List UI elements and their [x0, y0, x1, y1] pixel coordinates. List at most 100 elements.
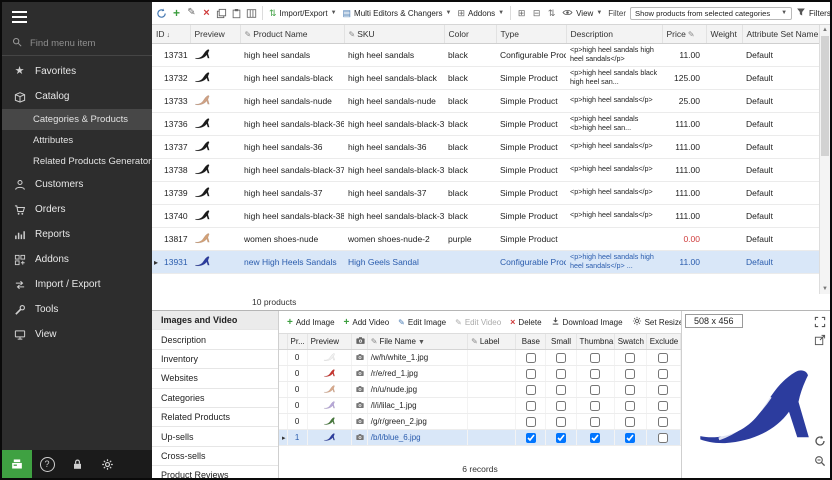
thumbnail-checkbox[interactable] [590, 401, 600, 411]
base-checkbox[interactable] [526, 433, 536, 443]
sidebar-item-reports[interactable]: Reports [2, 222, 152, 247]
search-input[interactable] [28, 37, 136, 50]
column-header-base[interactable]: Base [516, 334, 546, 350]
exclude-checkbox[interactable] [658, 353, 668, 363]
image-row[interactable]: ▸ 0 /r/e/red_1.jpg [279, 366, 681, 382]
base-checkbox[interactable] [526, 401, 536, 411]
column-header-thumbnail[interactable]: Thumbna... [576, 334, 614, 350]
delete-image-button[interactable]: ×Delete [508, 316, 543, 328]
copy-icon[interactable] [215, 8, 228, 19]
base-checkbox[interactable] [526, 353, 536, 363]
column-header-position[interactable]: Pr... [287, 334, 307, 350]
tab-item[interactable]: Description [152, 330, 278, 349]
swatch-checkbox[interactable] [625, 433, 635, 443]
multi-editors-menu[interactable]: ▤ Multi Editors & Changers ▼ [341, 7, 454, 20]
lock-icon[interactable] [62, 450, 92, 478]
fullscreen-icon[interactable] [814, 315, 826, 333]
sidebar-item-attributes[interactable]: Attributes [2, 130, 152, 151]
thumbnail-checkbox[interactable] [590, 433, 600, 443]
base-checkbox[interactable] [526, 385, 536, 395]
sort-icon[interactable]: ⇅ [545, 9, 558, 18]
small-checkbox[interactable] [556, 385, 566, 395]
expand-all-icon[interactable]: ⊞ [515, 9, 528, 18]
rotate-icon[interactable] [814, 434, 826, 452]
column-header-swatch[interactable]: Swatch [614, 334, 646, 350]
sidebar-item-related-products-generator[interactable]: Related Products Generator [2, 151, 152, 172]
add-video-button[interactable]: +Add Video [342, 316, 392, 329]
table-row[interactable]: ▸13740 high heel sandals-black-38 high h… [152, 204, 820, 227]
column-header-preview[interactable]: Preview [190, 25, 240, 43]
column-header-exclude[interactable]: Exclude [646, 334, 680, 350]
image-row[interactable]: ▸ 0 /l/i/lilac_1.jpg [279, 398, 681, 414]
table-row[interactable]: ▸13737 high heel sandals-36 high heel sa… [152, 135, 820, 158]
sidebar-item-addons[interactable]: Addons [2, 247, 152, 272]
exclude-checkbox[interactable] [658, 417, 668, 427]
base-checkbox[interactable] [526, 369, 536, 379]
thumbnail-checkbox[interactable] [590, 353, 600, 363]
columns-icon[interactable] [245, 8, 258, 19]
column-header-camera[interactable] [351, 334, 367, 350]
edit-image-button[interactable]: ✎Edit Image [396, 317, 448, 328]
row-expand-icon[interactable]: ▸ [282, 435, 286, 442]
table-row[interactable]: ▸13931 new High Heels Sandals High Geels… [152, 250, 820, 273]
collapse-all-icon[interactable]: ⊟ [530, 9, 543, 18]
tab-item[interactable]: Related Products [152, 408, 278, 427]
column-header-weight[interactable]: Weight [706, 25, 742, 43]
scroll-down-icon[interactable]: ▼ [820, 284, 830, 294]
zoom-icon[interactable] [814, 454, 826, 472]
scroll-up-icon[interactable]: ▲ [820, 25, 830, 35]
grid-scrollbar[interactable]: ▲ ▼ [819, 25, 830, 294]
exclude-checkbox[interactable] [658, 401, 668, 411]
row-expand-icon[interactable]: ▸ [154, 258, 158, 267]
tab-item[interactable]: Cross-sells [152, 447, 278, 466]
tab-item[interactable]: Categories [152, 389, 278, 408]
swatch-checkbox[interactable] [625, 385, 635, 395]
swatch-checkbox[interactable] [625, 417, 635, 427]
table-row[interactable]: ▸13817 women shoes-nude women shoes-nude… [152, 227, 820, 250]
table-row[interactable]: ▸13731 high heel sandals high heel sanda… [152, 43, 820, 66]
column-header-attribute-set[interactable]: Attribute Set Name [742, 25, 820, 43]
column-header-color[interactable]: Color [444, 25, 496, 43]
sidebar-item-view[interactable]: View [2, 322, 152, 347]
column-header-name[interactable]: ✎Product Name [240, 25, 344, 43]
tab-item[interactable]: Product Reviews [152, 466, 278, 478]
column-header-sku[interactable]: ✎SKU [344, 25, 444, 43]
small-checkbox[interactable] [556, 369, 566, 379]
column-header-price[interactable]: Price✎ [662, 25, 706, 43]
category-filter-select[interactable]: Show products from selected categories ▼ [630, 7, 792, 20]
import-export-menu[interactable]: ⇅ Import/Export ▼ [267, 7, 339, 20]
gear-icon[interactable] [92, 450, 122, 478]
addons-menu[interactable]: ⊞ Addons ▼ [455, 7, 506, 20]
table-row[interactable]: ▸13733 high heel sandals-nude high heel … [152, 89, 820, 112]
set-resize-rule-button[interactable]: Set Resize Rule [630, 315, 681, 329]
download-image-button[interactable]: Download Image [549, 315, 625, 329]
column-header-description[interactable]: Description [566, 25, 662, 43]
swatch-checkbox[interactable] [625, 369, 635, 379]
help-icon[interactable]: ? [32, 450, 62, 478]
small-checkbox[interactable] [556, 353, 566, 363]
edit-video-button[interactable]: ✎Edit Video [453, 317, 503, 328]
column-header-type[interactable]: Type [496, 25, 566, 43]
add-product-button[interactable]: + [170, 7, 183, 19]
image-row[interactable]: ▸ 1 /b/l/blue_6.jpg [279, 430, 681, 446]
swatch-checkbox[interactable] [625, 353, 635, 363]
swatch-checkbox[interactable] [625, 401, 635, 411]
sidebar-search[interactable] [2, 32, 152, 56]
filters-menu[interactable]: Filters ▼ [794, 6, 830, 20]
column-header-label[interactable]: ✎Label [468, 334, 516, 350]
image-row[interactable]: ▸ 0 /w/h/white_1.jpg [279, 350, 681, 366]
table-row[interactable]: ▸13736 high heel sandals-black-36 high h… [152, 112, 820, 135]
add-image-button[interactable]: +Add Image [285, 316, 337, 329]
table-row[interactable]: ▸13732 high heel sandals-black high heel… [152, 66, 820, 89]
column-header-small[interactable]: Small [546, 334, 576, 350]
column-header-file-name[interactable]: ✎File Name▼ [367, 334, 467, 350]
small-checkbox[interactable] [556, 417, 566, 427]
exclude-checkbox[interactable] [658, 385, 668, 395]
open-external-icon[interactable] [814, 333, 826, 351]
sidebar-item-orders[interactable]: Orders [2, 197, 152, 222]
tab-item[interactable]: Inventory [152, 350, 278, 369]
tab-item[interactable]: Up-sells [152, 427, 278, 446]
menu-toggle-button[interactable] [2, 2, 152, 32]
view-menu[interactable]: View ▼ [560, 7, 604, 20]
exclude-checkbox[interactable] [658, 433, 668, 443]
